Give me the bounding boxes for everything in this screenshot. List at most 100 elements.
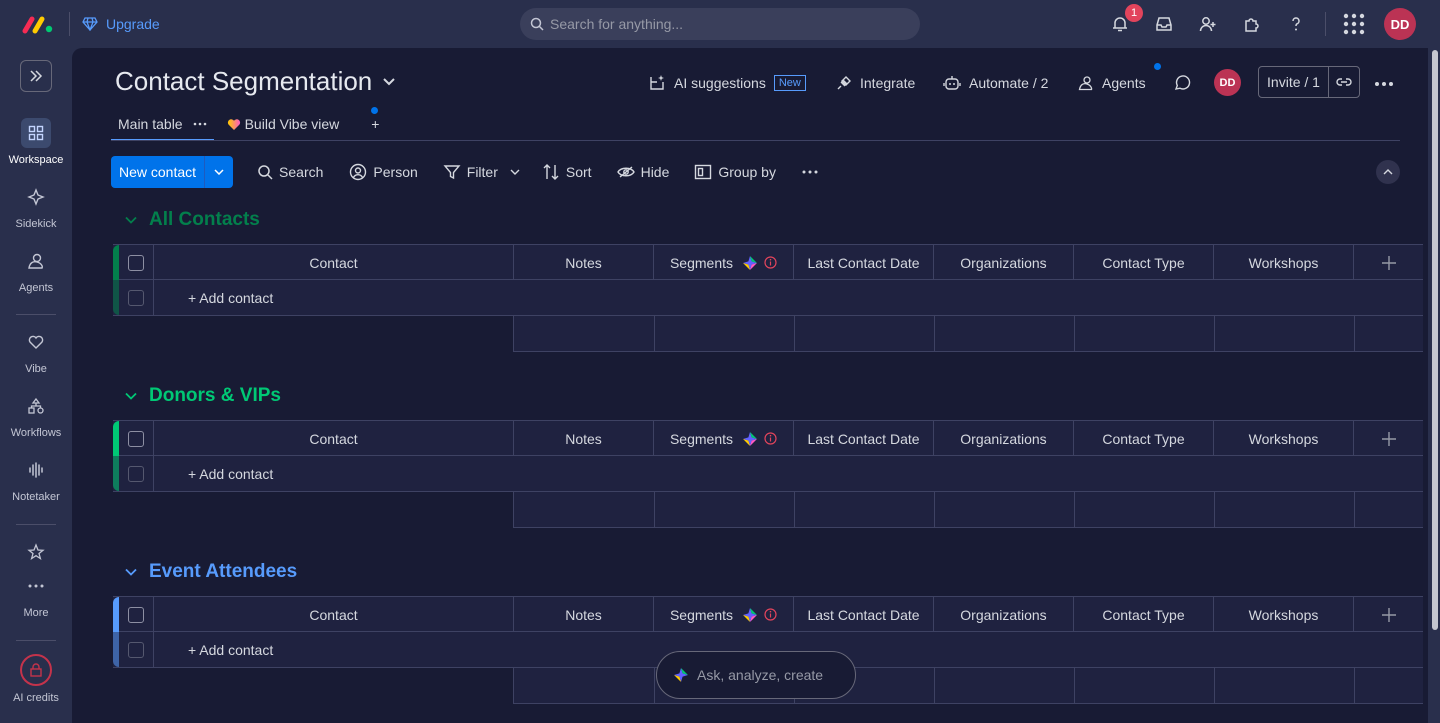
group-title[interactable]: Event Attendees bbox=[125, 560, 297, 584]
group-title-text: Donors & VIPs bbox=[149, 385, 281, 406]
invite-control: Invite / 1 bbox=[1258, 66, 1360, 98]
column-header[interactable]: Segments bbox=[653, 421, 793, 456]
add-contact-label: + Add contact bbox=[188, 465, 274, 482]
sidebar-item-workflows[interactable]: Workflows bbox=[0, 391, 72, 439]
page-scrollbar-thumb[interactable] bbox=[1432, 50, 1438, 630]
search-button[interactable]: Search bbox=[257, 164, 323, 180]
board-more-icon[interactable] bbox=[1372, 72, 1396, 101]
collapse-header-button[interactable] bbox=[1376, 160, 1400, 184]
chevron-down-icon[interactable] bbox=[125, 392, 137, 400]
agents-button[interactable]: Agents bbox=[1078, 72, 1146, 94]
automate-button[interactable]: Automate / 2 bbox=[943, 72, 1048, 94]
board-owner-avatar[interactable]: DD bbox=[1214, 69, 1241, 96]
sidebar-item-label: Workspace bbox=[8, 154, 64, 166]
info-icon[interactable] bbox=[764, 432, 777, 445]
chevron-down-icon[interactable] bbox=[125, 568, 137, 576]
hide-label: Hide bbox=[640, 164, 670, 180]
column-header[interactable]: Contact Type bbox=[1073, 597, 1213, 632]
search-input[interactable]: Search for anything... bbox=[520, 8, 920, 40]
column-header[interactable]: Last Contact Date bbox=[793, 421, 933, 456]
ai-suggestions-button[interactable]: AI suggestions New bbox=[648, 72, 806, 94]
add-column-button[interactable] bbox=[1353, 245, 1423, 280]
sidebar-item-favorites[interactable] bbox=[0, 537, 72, 567]
invite-members-icon[interactable] bbox=[1196, 12, 1220, 36]
upgrade-button[interactable]: Upgrade bbox=[82, 14, 160, 34]
invite-button[interactable]: Invite / 1 bbox=[1259, 67, 1329, 97]
chevron-down-icon[interactable] bbox=[125, 216, 137, 224]
sidebar-item-more[interactable]: More bbox=[0, 571, 72, 619]
group-title[interactable]: All Contacts bbox=[125, 208, 260, 232]
column-header[interactable]: Workshops bbox=[1213, 421, 1353, 456]
help-icon[interactable] bbox=[1284, 12, 1308, 36]
select-all-checkbox[interactable] bbox=[128, 606, 144, 623]
sidebar-item-agents[interactable]: Agents bbox=[0, 246, 72, 294]
group-title[interactable]: Donors & VIPs bbox=[125, 384, 281, 408]
column-header[interactable]: Workshops bbox=[1213, 597, 1353, 632]
column-header[interactable]: Organizations bbox=[933, 421, 1073, 456]
tab-main-table[interactable]: Main table bbox=[111, 108, 214, 141]
lock-icon bbox=[20, 654, 52, 686]
search-placeholder: Search for anything... bbox=[550, 16, 684, 32]
chevron-down-icon[interactable] bbox=[510, 169, 520, 175]
column-header[interactable]: Segments bbox=[653, 597, 793, 632]
tab-build-vibe-view[interactable]: Build Vibe view bbox=[220, 108, 347, 140]
column-header-row: Contact Notes Segments Last Contact Date Org… bbox=[113, 420, 1423, 456]
column-header-label: Workshops bbox=[1248, 254, 1319, 271]
integrate-button[interactable]: Integrate bbox=[836, 72, 915, 94]
chevron-down-icon bbox=[383, 77, 395, 85]
info-icon[interactable] bbox=[764, 256, 777, 269]
new-contact-button[interactable]: New contact bbox=[111, 156, 206, 188]
board-title[interactable]: Contact Segmentation bbox=[115, 66, 396, 97]
inbox-icon[interactable] bbox=[1152, 12, 1176, 36]
user-avatar[interactable]: DD bbox=[1384, 8, 1416, 40]
select-all-checkbox[interactable] bbox=[128, 254, 144, 271]
column-header[interactable]: Contact bbox=[153, 421, 513, 456]
new-contact-dropdown[interactable] bbox=[205, 156, 233, 188]
sort-button[interactable]: Sort bbox=[542, 163, 592, 181]
sidebar-item-label: Notetaker bbox=[12, 491, 60, 503]
column-header[interactable]: Last Contact Date bbox=[793, 245, 933, 280]
column-header[interactable]: Last Contact Date bbox=[793, 597, 933, 632]
column-header[interactable]: Workshops bbox=[1213, 245, 1353, 280]
divider bbox=[69, 12, 70, 36]
column-header[interactable]: Notes bbox=[513, 245, 653, 280]
sidebar-item-workspace[interactable]: Workspace bbox=[0, 118, 72, 166]
filter-button[interactable]: Filter bbox=[443, 163, 520, 181]
sidebar-item-vibe[interactable]: Vibe bbox=[0, 327, 72, 375]
column-header[interactable]: Contact bbox=[153, 245, 513, 280]
column-header[interactable]: Organizations bbox=[933, 245, 1073, 280]
column-header[interactable]: Notes bbox=[513, 597, 653, 632]
chevron-down-icon bbox=[214, 169, 224, 175]
add-column-button[interactable] bbox=[1353, 421, 1423, 456]
toolbar-more-icon[interactable] bbox=[802, 170, 818, 174]
column-header[interactable]: Contact Type bbox=[1073, 421, 1213, 456]
ask-ai-input[interactable]: Ask, analyze, create bbox=[656, 651, 856, 699]
hide-button[interactable]: Hide bbox=[616, 164, 670, 180]
add-contact-input[interactable]: + Add contact bbox=[153, 456, 1423, 491]
tab-more-icon[interactable] bbox=[193, 122, 207, 126]
person-filter-button[interactable]: Person bbox=[349, 163, 418, 181]
summary-cell bbox=[1214, 316, 1215, 351]
comment-icon[interactable] bbox=[1173, 72, 1191, 94]
column-header[interactable]: Contact bbox=[153, 597, 513, 632]
add-column-button[interactable] bbox=[1353, 597, 1423, 632]
apps-puzzle-icon[interactable] bbox=[1240, 12, 1264, 36]
column-header[interactable]: Organizations bbox=[933, 597, 1073, 632]
new-item-control: New contact bbox=[111, 156, 234, 188]
sidebar-item-sidekick[interactable]: Sidekick bbox=[0, 182, 72, 230]
info-icon[interactable] bbox=[764, 608, 777, 621]
grid-icon bbox=[21, 118, 51, 148]
column-header[interactable]: Notes bbox=[513, 421, 653, 456]
column-header[interactable]: Contact Type bbox=[1073, 245, 1213, 280]
group-by-button[interactable]: Group by bbox=[694, 164, 776, 180]
select-all-checkbox[interactable] bbox=[128, 430, 144, 447]
copy-link-icon[interactable] bbox=[1329, 67, 1359, 97]
sidebar-item-notetaker[interactable]: Notetaker bbox=[0, 455, 72, 503]
monday-logo[interactable] bbox=[22, 12, 56, 36]
board-toolbar: New contact Search Person Filter Sort Hi… bbox=[111, 156, 818, 188]
add-contact-input[interactable]: + Add contact bbox=[153, 280, 1423, 315]
sidebar-item-ai-credits[interactable]: AI credits bbox=[0, 654, 72, 704]
expand-sidebar-button[interactable] bbox=[20, 60, 52, 92]
column-header[interactable]: Segments bbox=[653, 245, 793, 280]
app-switcher-grid-icon[interactable] bbox=[1342, 12, 1366, 36]
